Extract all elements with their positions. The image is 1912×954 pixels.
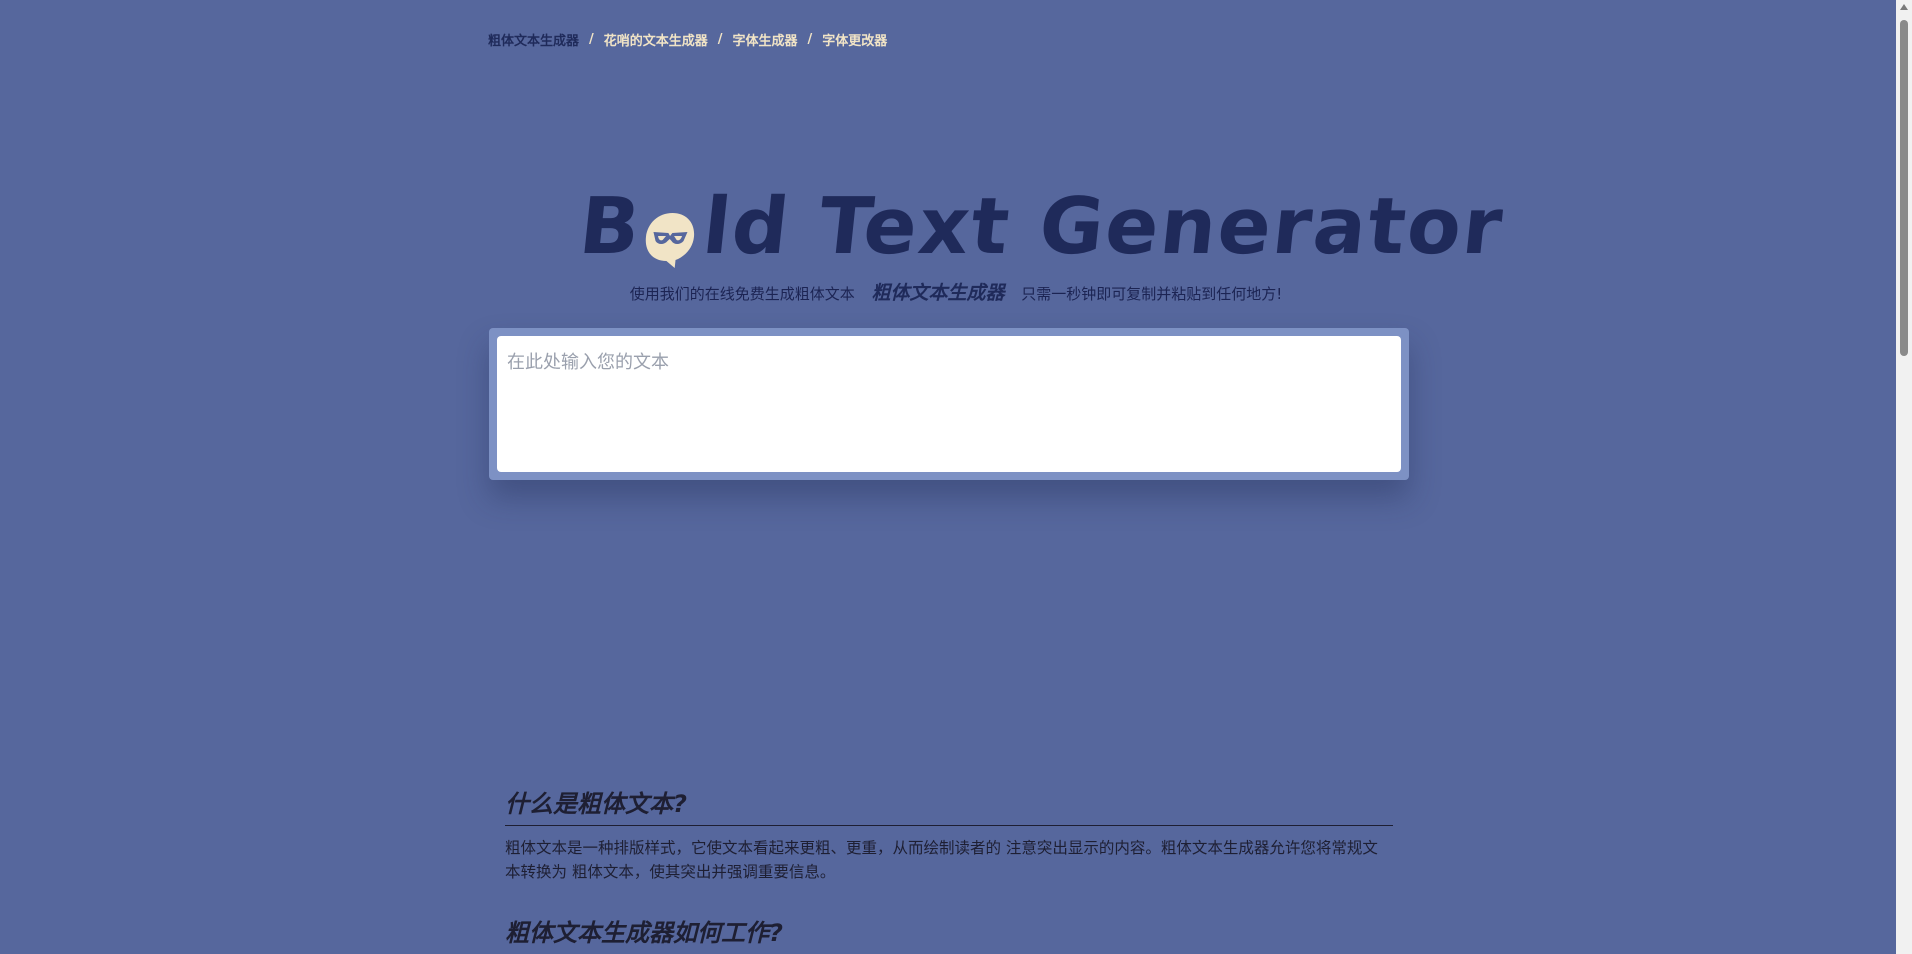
subtitle: 使用我们的在线免费生成粗体文本 粗体文本生成器 只需一秒钟即可复制并粘贴到任何地… — [0, 278, 1912, 305]
scrollbar-thumb[interactable] — [1900, 20, 1908, 356]
nav-separator: / — [589, 32, 594, 47]
nav-link-fancy-text-generator[interactable]: 花哨的文本生成器 — [604, 30, 708, 49]
section-heading: 什么是粗体文本? — [505, 784, 1393, 826]
text-input-frame — [489, 328, 1409, 480]
vertical-scrollbar[interactable] — [1896, 0, 1912, 954]
nav-link-font-generator[interactable]: 字体生成器 — [733, 30, 798, 49]
nav-separator: / — [717, 32, 723, 47]
section-heading: 粗体文本生成器如何工作? — [505, 913, 1393, 954]
nav-link-font-changer[interactable]: 字体更改器 — [822, 30, 887, 49]
scroll-up-arrow-icon[interactable] — [1900, 4, 1908, 10]
site-logo: B ld Text Generator — [575, 182, 1508, 272]
logo-text-start: B — [575, 182, 647, 272]
section-how-it-works: 粗体文本生成器如何工作? — [505, 913, 1393, 954]
mask-speech-bubble-icon — [642, 198, 700, 268]
top-nav: 粗体文本生成器 / 花哨的文本生成器 / 字体生成器 / 字体更改器 — [488, 30, 887, 49]
subtitle-text-start: 使用我们的在线免费生成粗体文本 — [629, 285, 855, 303]
section-body: 粗体文本是一种排版样式，它使文本看起来更粗、更重，从而绘制读者的 注意突出显示的… — [505, 839, 1378, 881]
section-what-is-bold-text: 什么是粗体文本? 粗体文本是一种排版样式，它使文本看起来更粗、更重，从而绘制读者… — [505, 784, 1393, 884]
nav-separator: / — [807, 32, 813, 47]
subtitle-text-end: 只需一秒钟即可复制并粘贴到任何地方! — [1021, 285, 1283, 303]
subtitle-emphasis: 粗体文本生成器 — [871, 282, 1005, 304]
page: 粗体文本生成器 / 花哨的文本生成器 / 字体生成器 / 字体更改器 B ld … — [0, 0, 1912, 954]
text-input[interactable] — [497, 336, 1401, 472]
nav-link-bold-text-generator[interactable]: 粗体文本生成器 — [488, 30, 579, 49]
logo-text-end: ld Text Generator — [698, 182, 1509, 272]
